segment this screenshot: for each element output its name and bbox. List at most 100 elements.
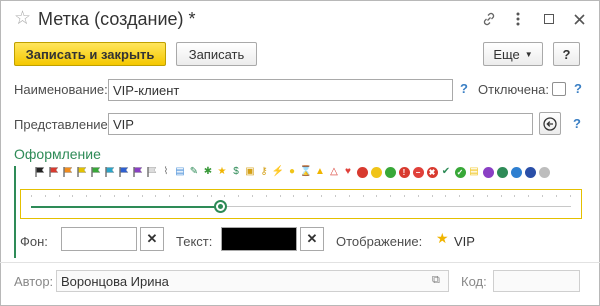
circle-gray-icon[interactable] [538,166,550,178]
pushpin-icon[interactable]: ✎ [188,166,200,178]
save-and-close-button[interactable]: Записать и закрыть [14,42,166,66]
slider-tick [182,195,184,197]
bug-icon[interactable]: ✱ [202,166,214,178]
disabled-label: Отключена: [478,82,549,97]
no-entry-icon[interactable]: − [412,166,424,178]
warning-icon[interactable]: ▲ [314,166,326,178]
slider-tick [376,195,378,197]
flag-cyan-icon[interactable] [104,166,116,178]
flag-orange-icon[interactable] [62,166,74,178]
lightning-icon[interactable]: ⚡ [272,166,284,178]
slider-track-empty [220,206,571,207]
presentation-select-button[interactable] [539,112,561,135]
paperclip-icon[interactable]: ⌇ [160,166,172,178]
bulb-icon[interactable]: ● [286,166,298,178]
slider-tick [238,195,240,197]
circle-green-icon[interactable] [384,166,396,178]
flag-white-icon[interactable] [146,166,158,178]
check-green-icon[interactable]: ✔ [440,166,452,178]
slider-handle[interactable] [214,200,227,213]
kebab-svg [516,12,520,26]
window-title: Метка (создание) * [38,9,196,29]
close-icon[interactable] [570,10,588,28]
slider-tick [473,195,474,197]
design-section-bar [14,166,16,258]
favorite-star-icon[interactable]: ☆ [14,8,31,30]
help-button[interactable]: ? [553,42,580,66]
more-menu-button[interactable]: Еще ▼ [483,42,543,66]
hourglass-icon[interactable]: ⌛ [300,166,312,178]
flag-purple-icon[interactable] [132,166,144,178]
slider-tick [542,195,544,197]
close-svg [573,13,585,25]
slider-tick [155,195,157,197]
maximize-square [544,14,554,24]
maximize-icon[interactable] [540,10,558,28]
circle-darkgreen-icon[interactable] [496,166,508,178]
key-icon[interactable]: ⚷ [258,166,270,178]
dollar-icon[interactable]: $ [230,166,242,178]
more-vertical-icon[interactable] [509,10,527,28]
slider-tick [86,195,88,197]
circle-purple-icon[interactable] [482,166,494,178]
slider-tick [514,195,516,197]
check-circle-icon[interactable]: ✓ [454,166,466,178]
text-color-field[interactable] [221,227,297,251]
slider-tick [431,195,433,197]
slider-tick [445,195,447,197]
lock-icon[interactable]: ▣ [244,166,256,178]
heart-icon[interactable]: ♥ [342,166,354,178]
slider-tick [279,195,281,197]
flag-red-icon[interactable] [48,166,60,178]
presentation-label: Представление: [14,117,112,132]
slider-tick [348,195,350,197]
slider-tick [44,195,46,197]
slider-tick [293,195,295,197]
presentation-input[interactable]: VIP [108,113,533,135]
open-icon[interactable]: ⧉ [432,274,440,287]
slider-tick [390,195,392,197]
star-icon[interactable]: ★ [216,166,228,178]
display-label: Отображение: [336,234,423,249]
background-color-field[interactable] [61,227,137,251]
slider-tick [72,195,74,197]
name-help-mark[interactable]: ? [460,81,468,96]
code-field[interactable] [493,270,580,292]
slider-tick [417,195,419,197]
presentation-help-mark[interactable]: ? [573,116,581,131]
cross-red-icon[interactable]: ✖ [426,166,438,178]
design-icon-palette: ⌇ ▤ ✎ ✱ ★ $ ▣ ⚷ ⚡ ● ⌛ ▲ △ ♥! − ✖ ✔ ✓ ▤ [34,166,550,178]
slider-tick [113,195,115,197]
slider-tick [307,195,309,197]
flag-yellow-icon[interactable] [76,166,88,178]
slider-tick [403,195,405,197]
note-icon[interactable]: ▤ [468,166,480,178]
circle-blue-icon[interactable] [510,166,522,178]
flag-blue-icon[interactable] [118,166,130,178]
slider-tick [252,195,253,197]
slider-tick [362,195,364,197]
flag-black-icon[interactable] [34,166,46,178]
design-slider[interactable] [20,189,582,219]
circle-yellow-icon[interactable] [370,166,382,178]
slider-track-filled [31,206,220,208]
link-icon[interactable] [480,10,498,28]
document-icon[interactable]: ▤ [174,166,186,178]
name-label: Наименование: [14,82,108,97]
disabled-help-mark[interactable]: ? [574,81,582,96]
slider-tick [224,195,226,197]
circle-navy-icon[interactable] [524,166,536,178]
name-input[interactable]: VIP-клиент [108,79,453,101]
text-color-clear-button[interactable]: ✕ [300,227,324,251]
triangle-icon[interactable]: △ [328,166,340,178]
author-field[interactable]: Воронцова Ирина [56,270,449,292]
alert-red-icon[interactable]: ! [398,166,410,178]
disabled-checkbox[interactable] [552,82,566,96]
slider-tick [31,195,32,197]
background-clear-button[interactable]: ✕ [140,227,164,251]
more-menu-label: Еще [493,46,520,62]
save-button[interactable]: Записать [176,42,257,66]
flag-green-icon[interactable] [90,166,102,178]
slider-tick [196,195,198,197]
circle-red-icon[interactable] [356,166,368,178]
